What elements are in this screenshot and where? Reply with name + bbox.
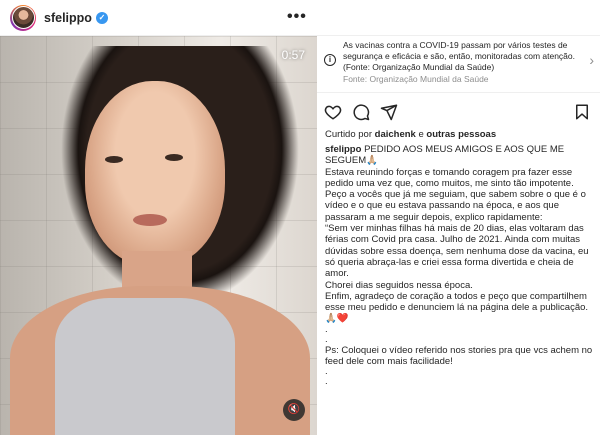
caption-line: Chorei dias seguidos nessa época. — [325, 279, 473, 291]
bookmark-icon[interactable] — [573, 103, 591, 121]
likes-middle: e — [418, 129, 424, 140]
username[interactable]: sfelippo — [44, 11, 92, 25]
notice-text: As vacinas contra a COVID-19 passam por … — [343, 40, 576, 72]
video-timer: 0:57 — [281, 48, 305, 62]
liked-by-user[interactable]: daichenk — [375, 129, 416, 140]
covid-info-notice[interactable]: i As vacinas contra a COVID-19 passam po… — [317, 36, 600, 88]
caption-line: . — [325, 333, 328, 345]
post-caption: sfelippo PEDIDO AOS MEUS AMIGOS E AOS QU… — [325, 144, 593, 387]
caption-line: . — [325, 376, 328, 388]
caption-line: . — [325, 366, 328, 378]
chevron-right-icon[interactable]: › — [589, 52, 594, 68]
send-icon[interactable] — [380, 103, 398, 121]
caption-line: “Sem ver minhas filhas há mais de 20 dia… — [325, 223, 589, 280]
more-options-icon[interactable]: ••• — [287, 8, 307, 26]
caption-line: PEDIDO AOS MEUS AMIGOS E AOS QUE ME SEGU… — [325, 144, 565, 167]
caption-line: . — [325, 323, 328, 335]
info-icon: i — [324, 54, 336, 66]
caption-username[interactable]: sfelippo — [325, 144, 361, 155]
liked-by-others[interactable]: outras pessoas — [426, 129, 496, 140]
likes-prefix: Curtido por — [325, 129, 372, 140]
post-header: sfelippo ✓ ••• — [0, 0, 600, 36]
caption-line: Estava reunindo forças e tomando coragem… — [325, 166, 574, 189]
caption-line: Ps: Coloquei o vídeo referido nos storie… — [325, 344, 593, 368]
post-video[interactable]: 0:57 🔇 — [0, 36, 317, 435]
comment-icon[interactable] — [352, 103, 370, 121]
heart-icon[interactable] — [324, 103, 342, 121]
likes-summary: Curtido por daichenk e outras pessoas — [325, 129, 496, 140]
verified-badge-icon: ✓ — [95, 11, 108, 24]
caption-line: Peço a vocês que já me seguiam, que sabe… — [325, 189, 586, 223]
post-actions — [317, 92, 600, 122]
caption-line: Enfim, agradeço de coração a todos e peç… — [325, 290, 589, 325]
muted-speaker-icon[interactable]: 🔇 — [283, 399, 305, 421]
post-panel: i As vacinas contra a COVID-19 passam po… — [317, 36, 600, 435]
notice-source: Fonte: Organização Mundial da Saúde — [343, 74, 489, 84]
avatar[interactable] — [10, 4, 36, 31]
